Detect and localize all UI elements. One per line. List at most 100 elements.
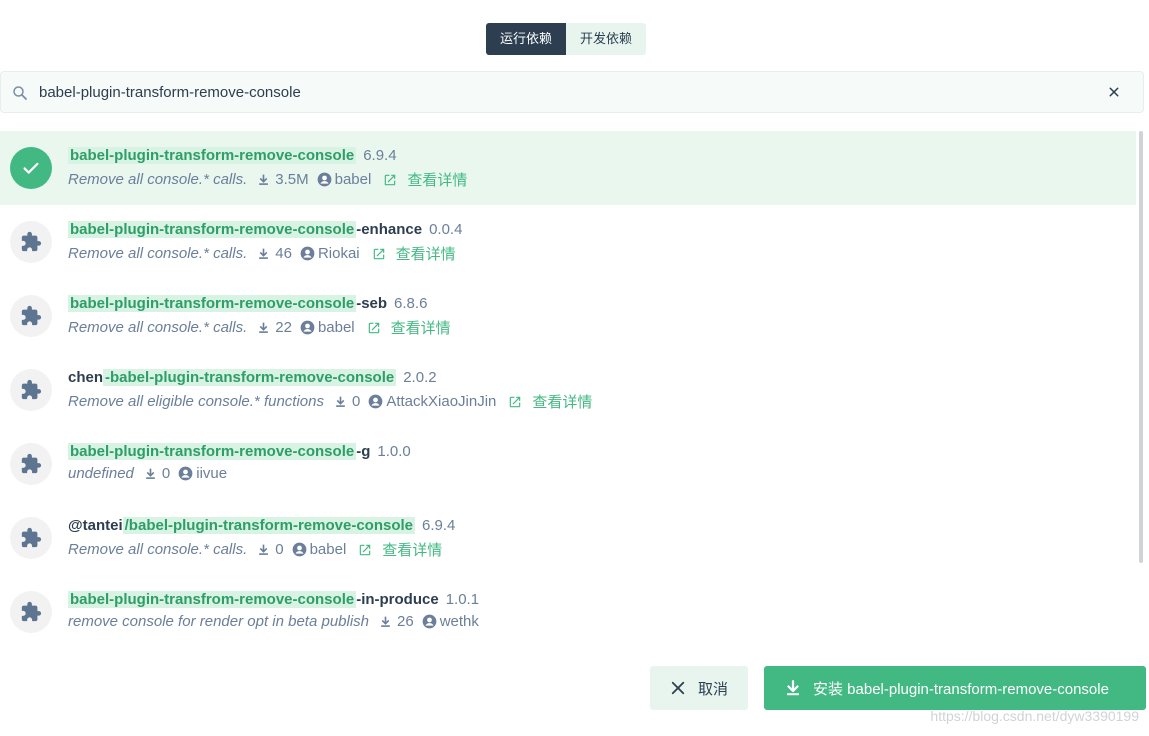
package-title: @tantei/babel-plugin-transform-remove-co… xyxy=(68,517,455,534)
view-details-link[interactable]: 查看详情 xyxy=(367,317,451,338)
author-name: AttackXiaoJinJin xyxy=(386,393,497,410)
package-name-match: babel-plugin-transform-remove-console xyxy=(68,295,357,312)
download-icon xyxy=(259,322,269,333)
package-description: Remove all eligible console.* functions xyxy=(68,393,324,410)
package-meta: Remove all console.* calls. 46 Riokai 查看详情 xyxy=(68,243,456,264)
puzzle-icon xyxy=(21,231,42,252)
package-meta: Remove all eligible console.* functions 0… xyxy=(68,391,592,412)
view-details-label: 查看详情 xyxy=(532,394,593,411)
puzzle-icon xyxy=(21,453,42,474)
package-meta: Remove all console.* calls. 0 babel 查看详情 xyxy=(68,539,442,560)
view-details-label: 查看详情 xyxy=(382,542,443,559)
user-circle-icon xyxy=(292,542,306,557)
list-scrollbar[interactable] xyxy=(1139,131,1143,563)
package-downloads: 0 xyxy=(144,465,170,482)
package-name-match: babel-plugin-transform-remove-console xyxy=(68,443,357,460)
package-author: Riokai xyxy=(300,245,360,262)
package-row[interactable]: babel-plugin-transform-remove-console -g 1… xyxy=(0,427,1136,501)
package-avatar xyxy=(10,443,52,485)
package-meta: remove console for render opt in beta pu… xyxy=(68,613,479,630)
download-icon xyxy=(259,248,269,259)
package-description: Remove all console.* calls. xyxy=(68,319,248,336)
author-name: babel xyxy=(309,541,347,558)
package-author: AttackXiaoJinJin xyxy=(368,393,496,410)
package-title: babel-plugin-transform-remove-console -g 1… xyxy=(68,443,411,460)
close-icon[interactable] xyxy=(1105,83,1123,101)
search-icon xyxy=(13,86,27,100)
downloads-count: 46 xyxy=(275,245,292,262)
package-avatar xyxy=(10,221,52,263)
package-row[interactable]: babel-plugin-transform-remove-console -en… xyxy=(0,205,1136,279)
author-name: babel xyxy=(317,319,355,336)
cancel-button-label: 取消 xyxy=(698,680,729,698)
author-name: Riokai xyxy=(317,245,360,262)
package-name-suffix: -enhance xyxy=(356,221,423,238)
download-icon xyxy=(336,396,345,407)
package-version: 6.9.4 xyxy=(363,147,397,164)
package-downloads: 22 xyxy=(257,319,292,336)
view-details-link[interactable]: 查看详情 xyxy=(508,391,592,412)
package-avatar xyxy=(10,369,52,411)
author-name: babel xyxy=(334,171,372,188)
package-title: babel-plugin-transform-remove-console -en… xyxy=(68,221,462,238)
package-row[interactable]: babel-plugin-transform-remove-console 6.9… xyxy=(0,131,1136,205)
package-author: babel xyxy=(300,319,355,336)
package-description: Remove all console.* calls. xyxy=(68,245,248,262)
dependency-type-tabs: 运行依赖 开发依赖 xyxy=(486,23,647,55)
cancel-button[interactable]: 取消 xyxy=(650,666,748,710)
package-version: 1.0.0 xyxy=(377,443,411,460)
package-description: remove console for render opt in beta pu… xyxy=(68,613,370,630)
package-version: 0.0.4 xyxy=(429,221,463,238)
install-button[interactable]: 安装 babel-plugin-transform-remove-console xyxy=(764,666,1146,710)
puzzle-icon xyxy=(21,527,42,548)
tab-dev-dependencies[interactable]: 开发依赖 xyxy=(566,23,647,55)
search-bar xyxy=(0,71,1144,113)
package-title: babel-plugin-transfrom-remove-console -in… xyxy=(68,591,479,608)
package-version: 1.0.1 xyxy=(445,591,480,608)
user-circle-icon xyxy=(300,246,315,261)
package-version: 6.9.4 xyxy=(422,517,456,534)
view-details-link[interactable]: 查看详情 xyxy=(372,243,456,264)
package-description: undefined xyxy=(68,465,134,482)
downloads-count: 0 xyxy=(351,393,361,410)
download-icon xyxy=(259,174,269,185)
user-circle-icon xyxy=(178,466,193,481)
package-title: chen -babel-plugin-transform-remove-conso… xyxy=(68,369,437,386)
package-name-match: babel-plugin-transform-remove-console xyxy=(68,221,357,238)
downloads-count: 0 xyxy=(275,541,284,558)
package-author: babel xyxy=(317,171,372,188)
package-row[interactable]: babel-plugin-transform-remove-console -se… xyxy=(0,279,1136,353)
package-name-prefix: @tantei xyxy=(68,517,123,534)
package-downloads: 0 xyxy=(257,541,284,558)
package-row[interactable]: @tantei/babel-plugin-transform-remove-co… xyxy=(0,501,1136,575)
package-row[interactable]: babel-plugin-transfrom-remove-console -in… xyxy=(0,575,1136,649)
package-name-match: -babel-plugin-transform-remove-console xyxy=(103,369,397,386)
author-name: iivue xyxy=(196,465,228,482)
author-name: wethk xyxy=(439,613,479,630)
package-list: babel-plugin-transform-remove-console 6.9… xyxy=(0,131,1136,651)
package-name-prefix: chen xyxy=(68,369,104,386)
downloads-count: 26 xyxy=(397,613,414,630)
downloads-count: 22 xyxy=(275,319,292,336)
tab-runtime-dependencies[interactable]: 运行依赖 xyxy=(486,23,567,55)
downloads-count: 0 xyxy=(161,465,171,482)
user-circle-icon xyxy=(317,172,331,187)
user-circle-icon xyxy=(422,614,437,629)
package-version: 6.8.6 xyxy=(394,295,428,312)
package-avatar xyxy=(10,295,52,337)
view-details-label: 查看详情 xyxy=(395,246,456,263)
view-details-link[interactable]: 查看详情 xyxy=(383,169,467,190)
downloads-count: 3.5M xyxy=(275,171,309,188)
watermark: https://blog.csdn.net/dyw3390199 xyxy=(930,708,1139,724)
package-downloads: 0 xyxy=(334,393,360,410)
package-name-match: /babel-plugin-transform-remove-console xyxy=(122,517,416,534)
package-avatar xyxy=(10,517,52,559)
package-downloads: 46 xyxy=(257,245,292,262)
user-circle-icon xyxy=(300,320,315,335)
download-icon xyxy=(381,616,390,627)
package-name-suffix: -in-produce xyxy=(356,591,439,608)
package-downloads: 3.5M xyxy=(257,171,309,188)
view-details-link[interactable]: 查看详情 xyxy=(358,539,442,560)
package-row[interactable]: chen -babel-plugin-transform-remove-conso… xyxy=(0,353,1136,427)
search-input[interactable] xyxy=(39,80,1089,104)
